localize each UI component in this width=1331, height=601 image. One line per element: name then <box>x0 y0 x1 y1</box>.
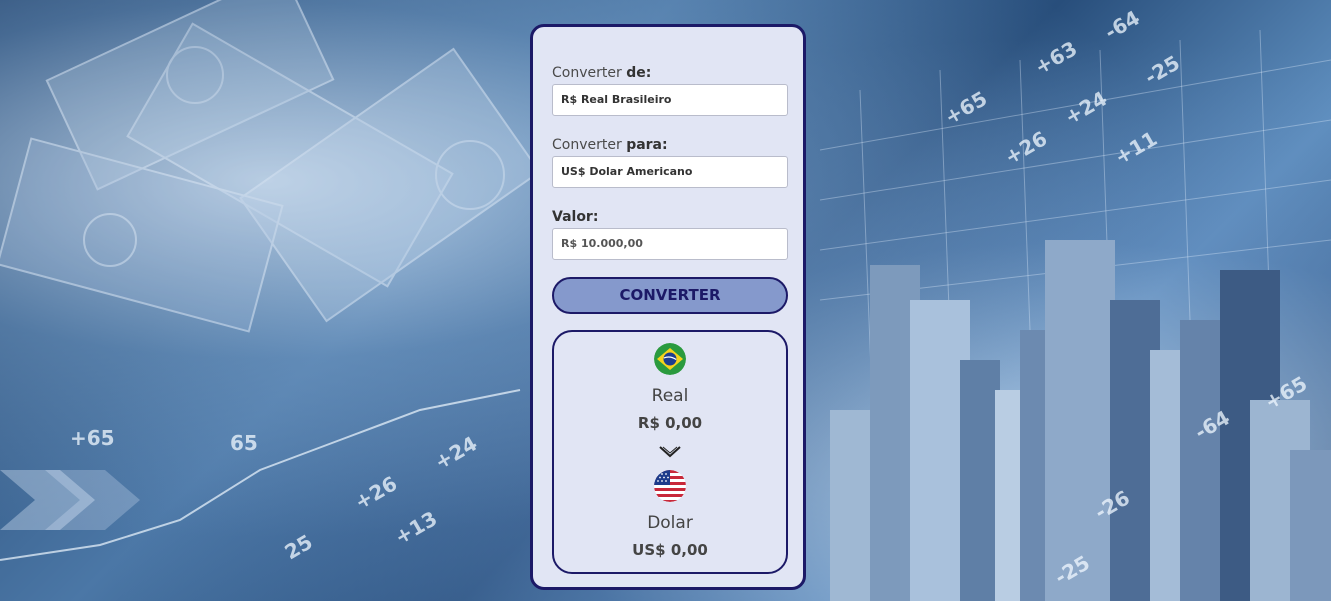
svg-text:+24: +24 <box>431 431 482 474</box>
usa-flag-icon <box>654 470 686 502</box>
from-currency-label: Converter de: <box>552 65 651 81</box>
svg-text:+26: +26 <box>1001 126 1052 169</box>
from-label-bold: de: <box>626 65 652 81</box>
svg-text:+11: +11 <box>1111 126 1162 169</box>
svg-text:-25: -25 <box>1141 50 1184 89</box>
svg-text:+65: +65 <box>941 86 992 129</box>
result-panel: Real R$ 0,00 Dolar US$ 0,00 <box>552 330 788 574</box>
svg-text:65: 65 <box>230 431 258 455</box>
to-currency-select[interactable]: US$ Dolar Americano <box>552 156 788 188</box>
amount-input[interactable]: R$ 10.000,00 <box>552 228 788 260</box>
to-label-text: Converter <box>552 137 627 153</box>
svg-text:+65: +65 <box>70 426 115 450</box>
converter-card: Converter de: R$ Real Brasileiro Convert… <box>530 24 806 590</box>
svg-text:+13: +13 <box>391 506 442 549</box>
from-currency-value: R$ 0,00 <box>637 414 703 432</box>
svg-text:+26: +26 <box>351 471 402 514</box>
to-currency-label: Converter para: <box>552 137 668 153</box>
from-currency-select[interactable]: R$ Real Brasileiro <box>552 84 788 116</box>
from-label-text: Converter <box>552 65 627 81</box>
amount-label: Valor: <box>552 209 599 225</box>
from-currency-name: Real <box>651 386 689 406</box>
svg-text:-64: -64 <box>1101 5 1144 44</box>
to-currency-name: Dolar <box>647 513 693 533</box>
to-currency-value: US$ 0,00 <box>632 541 708 559</box>
to-label-bold: para: <box>626 137 668 153</box>
svg-text:25: 25 <box>281 530 317 565</box>
svg-text:+63: +63 <box>1031 36 1082 79</box>
chevron-down-icon <box>658 444 682 458</box>
brazil-flag-icon <box>654 343 686 375</box>
svg-text:+24: +24 <box>1061 86 1112 129</box>
convert-button[interactable]: CONVERTER <box>552 277 788 314</box>
